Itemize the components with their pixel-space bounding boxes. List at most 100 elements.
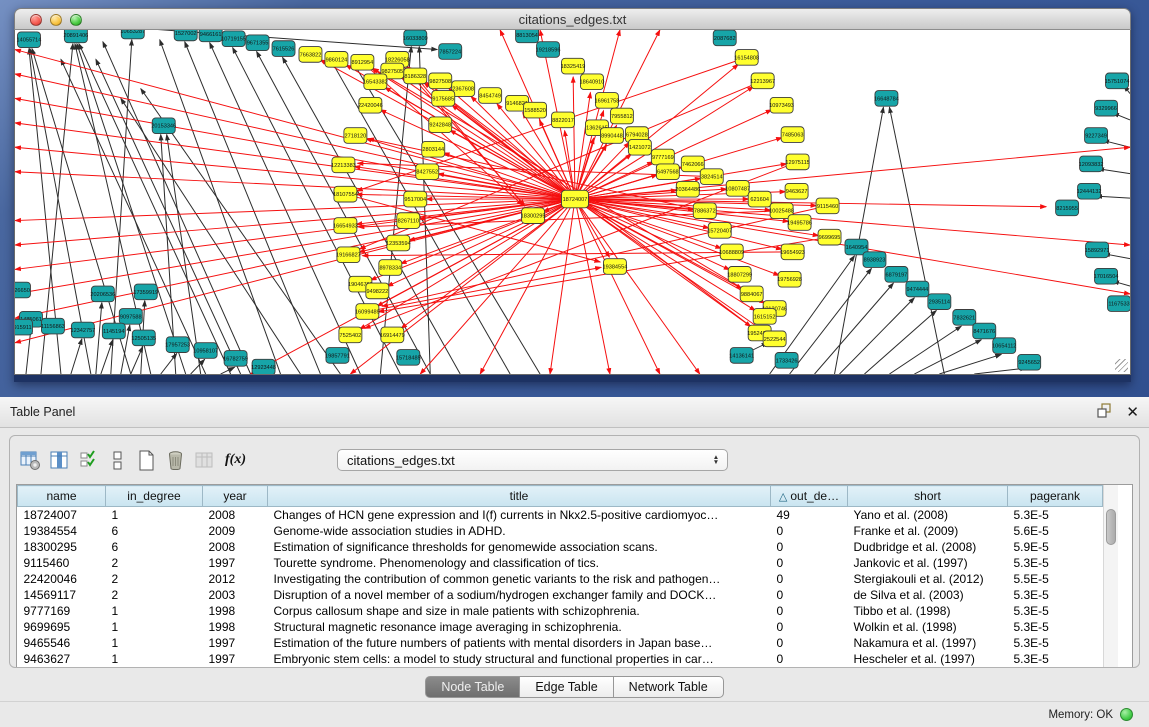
graph-node[interactable]: 8215955 xyxy=(1056,200,1079,216)
graph-node[interactable]: 12093832 xyxy=(1079,156,1104,172)
graph-node[interactable]: 8813054 xyxy=(516,30,539,43)
row-check-icon[interactable] xyxy=(76,448,100,472)
graph-node[interactable]: 16654933 xyxy=(333,218,358,234)
scrollbar-thumb[interactable] xyxy=(1106,509,1116,545)
graph-node[interactable]: 8978334 xyxy=(379,260,402,276)
graph-node[interactable]: 15720407 xyxy=(707,223,732,239)
memory-status-indicator[interactable] xyxy=(1120,708,1133,721)
graph-node[interactable]: 17957253 xyxy=(165,337,190,353)
graph-node[interactable]: 9242848 xyxy=(429,117,452,133)
graph-node[interactable]: 16154808 xyxy=(734,50,759,66)
graph-node[interactable]: 1733426 xyxy=(775,353,798,369)
function-builder-icon[interactable]: f(x) xyxy=(225,452,246,468)
table-row[interactable]: 1872400712008Changes of HCN gene express… xyxy=(18,507,1103,523)
graph-node[interactable]: 20891406 xyxy=(63,30,88,43)
float-window-icon[interactable] xyxy=(1097,403,1112,421)
graph-node[interactable]: 8938923 xyxy=(863,252,886,268)
close-icon[interactable]: ✕ xyxy=(1126,403,1139,421)
graph-node[interactable]: 16648784 xyxy=(874,91,899,107)
column-header-title[interactable]: title xyxy=(268,486,771,507)
graph-node[interactable]: 18107554 xyxy=(333,186,358,202)
graph-node[interactable]: 12444132 xyxy=(1077,183,1102,199)
graph-node[interactable]: 15751074 xyxy=(1105,73,1130,89)
graph-node[interactable]: 18640910 xyxy=(580,74,605,90)
graph-node[interactable]: 14136141 xyxy=(729,348,754,364)
graph-node[interactable]: 9329966 xyxy=(1095,100,1118,116)
graph-node[interactable]: 7525402 xyxy=(339,327,362,343)
column-header-short[interactable]: short xyxy=(848,486,1008,507)
column-header-year[interactable]: year xyxy=(203,486,268,507)
graph-node[interactable]: 15718485 xyxy=(396,350,421,366)
graph-node[interactable]: 16961758 xyxy=(595,93,620,109)
graph-node[interactable]: 12505135 xyxy=(131,330,156,346)
graph-node[interactable]: 3915911 xyxy=(15,319,32,335)
window-titlebar[interactable]: citations_edges.txt xyxy=(14,8,1131,30)
graph-node[interactable]: 9115460 xyxy=(816,198,839,214)
graph-node[interactable]: 2526650 xyxy=(15,282,30,298)
graph-node[interactable]: 11156863 xyxy=(41,318,65,334)
graph-node[interactable]: 18724007 xyxy=(562,190,589,208)
graph-node[interactable]: 18807299 xyxy=(727,267,752,283)
resize-grip[interactable] xyxy=(1115,359,1128,372)
graph-node[interactable]: 7485063 xyxy=(781,127,804,143)
graph-node[interactable]: 6497568 xyxy=(656,164,679,180)
graph-node[interactable]: 9227349 xyxy=(1085,128,1108,144)
graph-node[interactable]: 2718120 xyxy=(344,128,367,144)
graph-node[interactable]: 19857791 xyxy=(325,348,350,364)
tab-edge-table[interactable]: Edge Table xyxy=(520,676,613,698)
graph-node[interactable]: 9777169 xyxy=(651,149,674,165)
graph-node[interactable]: 9466161 xyxy=(199,30,222,42)
graph-node[interactable]: 6879197 xyxy=(885,267,908,283)
graph-node[interactable]: 8454749 xyxy=(479,88,502,104)
graph-node[interactable]: 18325419 xyxy=(561,58,586,74)
graph-node[interactable]: 17359919 xyxy=(133,284,158,300)
table-row[interactable]: 2242004622012Investigating the contribut… xyxy=(18,571,1103,587)
graph-node[interactable]: 12975115 xyxy=(785,154,809,170)
graph-node[interactable]: 10654112 xyxy=(992,338,1016,354)
graph-node[interactable]: 2803144 xyxy=(422,141,445,157)
graph-node[interactable]: 8427552 xyxy=(416,164,439,180)
graph-node[interactable]: 15892971 xyxy=(1085,242,1110,258)
graph-node[interactable]: 621604 xyxy=(748,191,771,207)
graph-node[interactable]: 9671355 xyxy=(246,35,269,51)
graph-node[interactable]: 10807487 xyxy=(725,181,750,197)
tab-network-table[interactable]: Network Table xyxy=(614,676,724,698)
graph-node[interactable]: 2087682 xyxy=(713,30,736,46)
graph-node[interactable]: 7955812 xyxy=(610,108,633,124)
table-row[interactable]: 969969511998Structural magnetic resonanc… xyxy=(18,619,1103,635)
graph-node[interactable]: 20153346 xyxy=(151,118,176,134)
graph-node[interactable]: 9699695 xyxy=(818,229,841,245)
graph-node[interactable]: 8990448 xyxy=(600,128,623,144)
graph-node[interactable]: 9474444 xyxy=(906,281,929,297)
graph-node[interactable]: 9827508 xyxy=(429,73,452,89)
graph-node[interactable]: 19756928 xyxy=(777,271,802,287)
graph-node[interactable]: 12342757 xyxy=(70,322,95,338)
column-header-in_degree[interactable]: in_degree xyxy=(106,486,203,507)
graph-node[interactable]: 16914479 xyxy=(380,327,405,343)
column-header-pagerank[interactable]: pagerank xyxy=(1008,486,1103,507)
column-header-name[interactable]: name xyxy=(18,486,106,507)
table-settings-icon[interactable] xyxy=(18,448,42,472)
table-row[interactable]: 946554611997Estimation of the future num… xyxy=(18,635,1103,651)
table-row[interactable]: 1456911722003Disruption of a novel membe… xyxy=(18,587,1103,603)
graph-node[interactable]: 8267110 xyxy=(397,213,420,229)
graph-node[interactable]: 16033809 xyxy=(403,30,428,46)
graph-node[interactable]: 7857224 xyxy=(439,44,462,60)
graph-node[interactable]: 10958107 xyxy=(193,343,218,359)
graph-node[interactable]: 8186328 xyxy=(404,68,427,84)
column-header-out_de[interactable]: △out_de… xyxy=(771,486,848,507)
graph-node[interactable]: 10653287 xyxy=(120,30,145,39)
graph-node[interactable]: 19218596 xyxy=(536,42,561,58)
graph-node[interactable]: 1145194 xyxy=(102,323,125,339)
graph-node[interactable]: 1421072 xyxy=(628,139,651,155)
table-column-icon[interactable] xyxy=(47,448,71,472)
table-row[interactable]: 946362711997Embryonic stem cells: a mode… xyxy=(18,651,1103,667)
graph-node[interactable]: 16782759 xyxy=(223,351,248,367)
graph-node[interactable]: 1527002 xyxy=(174,30,197,41)
graph-node[interactable]: 10719155 xyxy=(221,31,246,47)
graph-node[interactable]: 8822017 xyxy=(552,112,575,128)
table-select-dropdown[interactable]: citations_edges.txt ▲▼ xyxy=(337,449,728,471)
graph-node[interactable]: 12213383 xyxy=(331,157,356,173)
graph-node[interactable]: 9097588 xyxy=(119,309,142,325)
graph-node[interactable]: 7615526 xyxy=(272,41,295,57)
